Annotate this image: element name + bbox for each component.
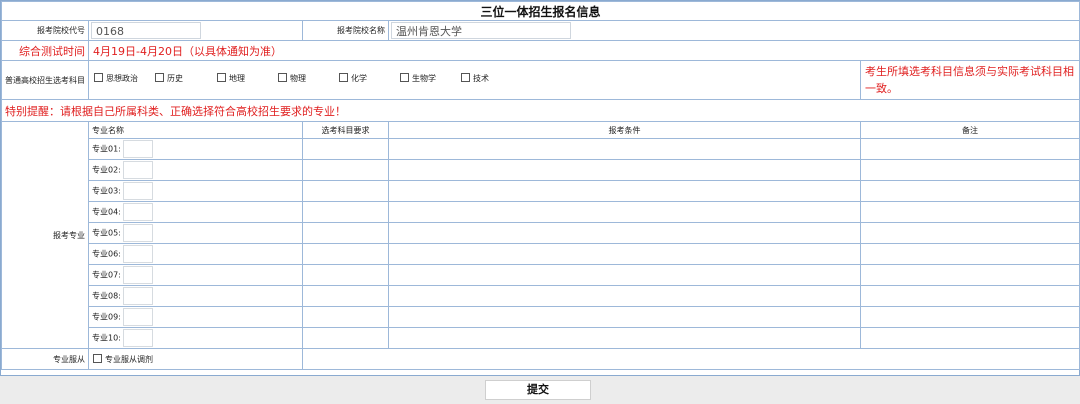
condition-cell	[388, 327, 861, 349]
condition-cell	[388, 306, 861, 328]
subject-requirement-cell	[302, 243, 389, 265]
subject-requirement-cell	[302, 306, 389, 328]
school-code-field[interactable]: 0168	[91, 22, 201, 39]
checkbox-icon[interactable]	[217, 73, 226, 82]
major-input[interactable]	[122, 140, 153, 158]
major-row: 专业05:	[88, 222, 303, 244]
subject-requirement-cell	[302, 180, 389, 202]
condition-cell	[388, 180, 861, 202]
condition-cell	[388, 285, 861, 307]
major-row: 专业10:	[88, 327, 303, 349]
major-name-header: 专业名称	[88, 121, 303, 139]
major-row: 专业01:	[88, 138, 303, 160]
checkbox-icon[interactable]	[155, 73, 164, 82]
checkbox-icon[interactable]	[93, 353, 102, 363]
checkbox-icon[interactable]	[339, 73, 348, 82]
form-table: 三位一体招生报名信息 报考院校代号 0168 报考院校名称 温州肯恩大学 综合测…	[1, 1, 1080, 370]
subject-requirement-cell	[302, 264, 389, 286]
major-input[interactable]	[122, 161, 153, 179]
major-row: 专业07:	[88, 264, 303, 286]
condition-cell	[388, 201, 861, 223]
remark-cell	[860, 201, 1080, 223]
checkbox-icon[interactable]	[94, 73, 103, 82]
subject-option-politics[interactable]: 思想政治	[94, 73, 138, 84]
major-row: 专业06:	[88, 243, 303, 265]
remark-cell	[860, 159, 1080, 181]
major-row: 专业03:	[88, 180, 303, 202]
remark-cell	[860, 264, 1080, 286]
test-time-label: 综合测试时间	[1, 40, 89, 61]
subjects-group: 思想政治 历史 地理 物理 化学 生物学 技术	[88, 60, 861, 100]
subject-requirement-header: 选考科目要求	[302, 121, 389, 139]
major-obey-option[interactable]: 专业服从调剂	[88, 348, 303, 370]
subject-option-physics[interactable]: 物理	[278, 73, 306, 84]
checkbox-icon[interactable]	[400, 73, 409, 82]
subject-requirement-cell	[302, 201, 389, 223]
remark-cell	[860, 138, 1080, 160]
remark-cell	[860, 222, 1080, 244]
subject-requirement-cell	[302, 327, 389, 349]
major-input[interactable]	[122, 182, 153, 200]
major-row: 专业09:	[88, 306, 303, 328]
checkbox-icon[interactable]	[461, 73, 470, 82]
subjects-label: 普通高校招生选考科目	[1, 60, 89, 100]
form-title: 三位一体招生报名信息	[1, 1, 1080, 21]
major-input[interactable]	[122, 203, 153, 221]
major-input[interactable]	[122, 308, 153, 326]
major-input[interactable]	[122, 329, 153, 347]
major-input[interactable]	[122, 245, 153, 263]
condition-header: 报考条件	[388, 121, 861, 139]
subject-requirement-cell	[302, 138, 389, 160]
remark-cell	[860, 243, 1080, 265]
registration-form: 三位一体招生报名信息 报考院校代号 0168 报考院校名称 温州肯恩大学 综合测…	[0, 0, 1080, 376]
condition-cell	[388, 264, 861, 286]
condition-cell	[388, 138, 861, 160]
submit-button[interactable]: 提交	[485, 380, 591, 400]
warning-text: 特别提醒：请根据自己所属科类、正确选择符合高校招生要求的专业！	[1, 99, 1080, 122]
remark-cell	[860, 180, 1080, 202]
major-input[interactable]	[122, 266, 153, 284]
school-name-label: 报考院校名称	[302, 20, 389, 41]
subject-option-chemistry[interactable]: 化学	[339, 73, 367, 84]
test-time-value: 4月19日-4月20日（以具体通知为准）	[88, 40, 1080, 61]
subject-option-geography[interactable]: 地理	[217, 73, 245, 84]
remark-cell	[860, 327, 1080, 349]
subject-requirement-cell	[302, 159, 389, 181]
condition-cell	[388, 243, 861, 265]
remark-cell	[860, 306, 1080, 328]
majors-label: 报考专业	[1, 121, 89, 349]
condition-cell	[388, 222, 861, 244]
major-input[interactable]	[122, 287, 153, 305]
school-code-label: 报考院校代号	[1, 20, 89, 41]
subject-option-history[interactable]: 历史	[155, 73, 183, 84]
major-obey-label: 专业服从	[1, 348, 89, 370]
condition-cell	[388, 159, 861, 181]
major-row: 专业02:	[88, 159, 303, 181]
major-row: 专业08:	[88, 285, 303, 307]
subject-option-technology[interactable]: 技术	[461, 73, 489, 84]
major-obey-empty	[302, 348, 1080, 370]
checkbox-icon[interactable]	[278, 73, 287, 82]
major-input[interactable]	[122, 224, 153, 242]
subjects-note: 考生所填选考科目信息须与实际考试科目相一致。	[860, 60, 1080, 100]
subject-option-biology[interactable]: 生物学	[400, 73, 436, 84]
remark-cell	[860, 285, 1080, 307]
school-name-field[interactable]: 温州肯恩大学	[391, 22, 571, 39]
subject-requirement-cell	[302, 222, 389, 244]
remark-header: 备注	[860, 121, 1080, 139]
major-row: 专业04:	[88, 201, 303, 223]
subject-requirement-cell	[302, 285, 389, 307]
